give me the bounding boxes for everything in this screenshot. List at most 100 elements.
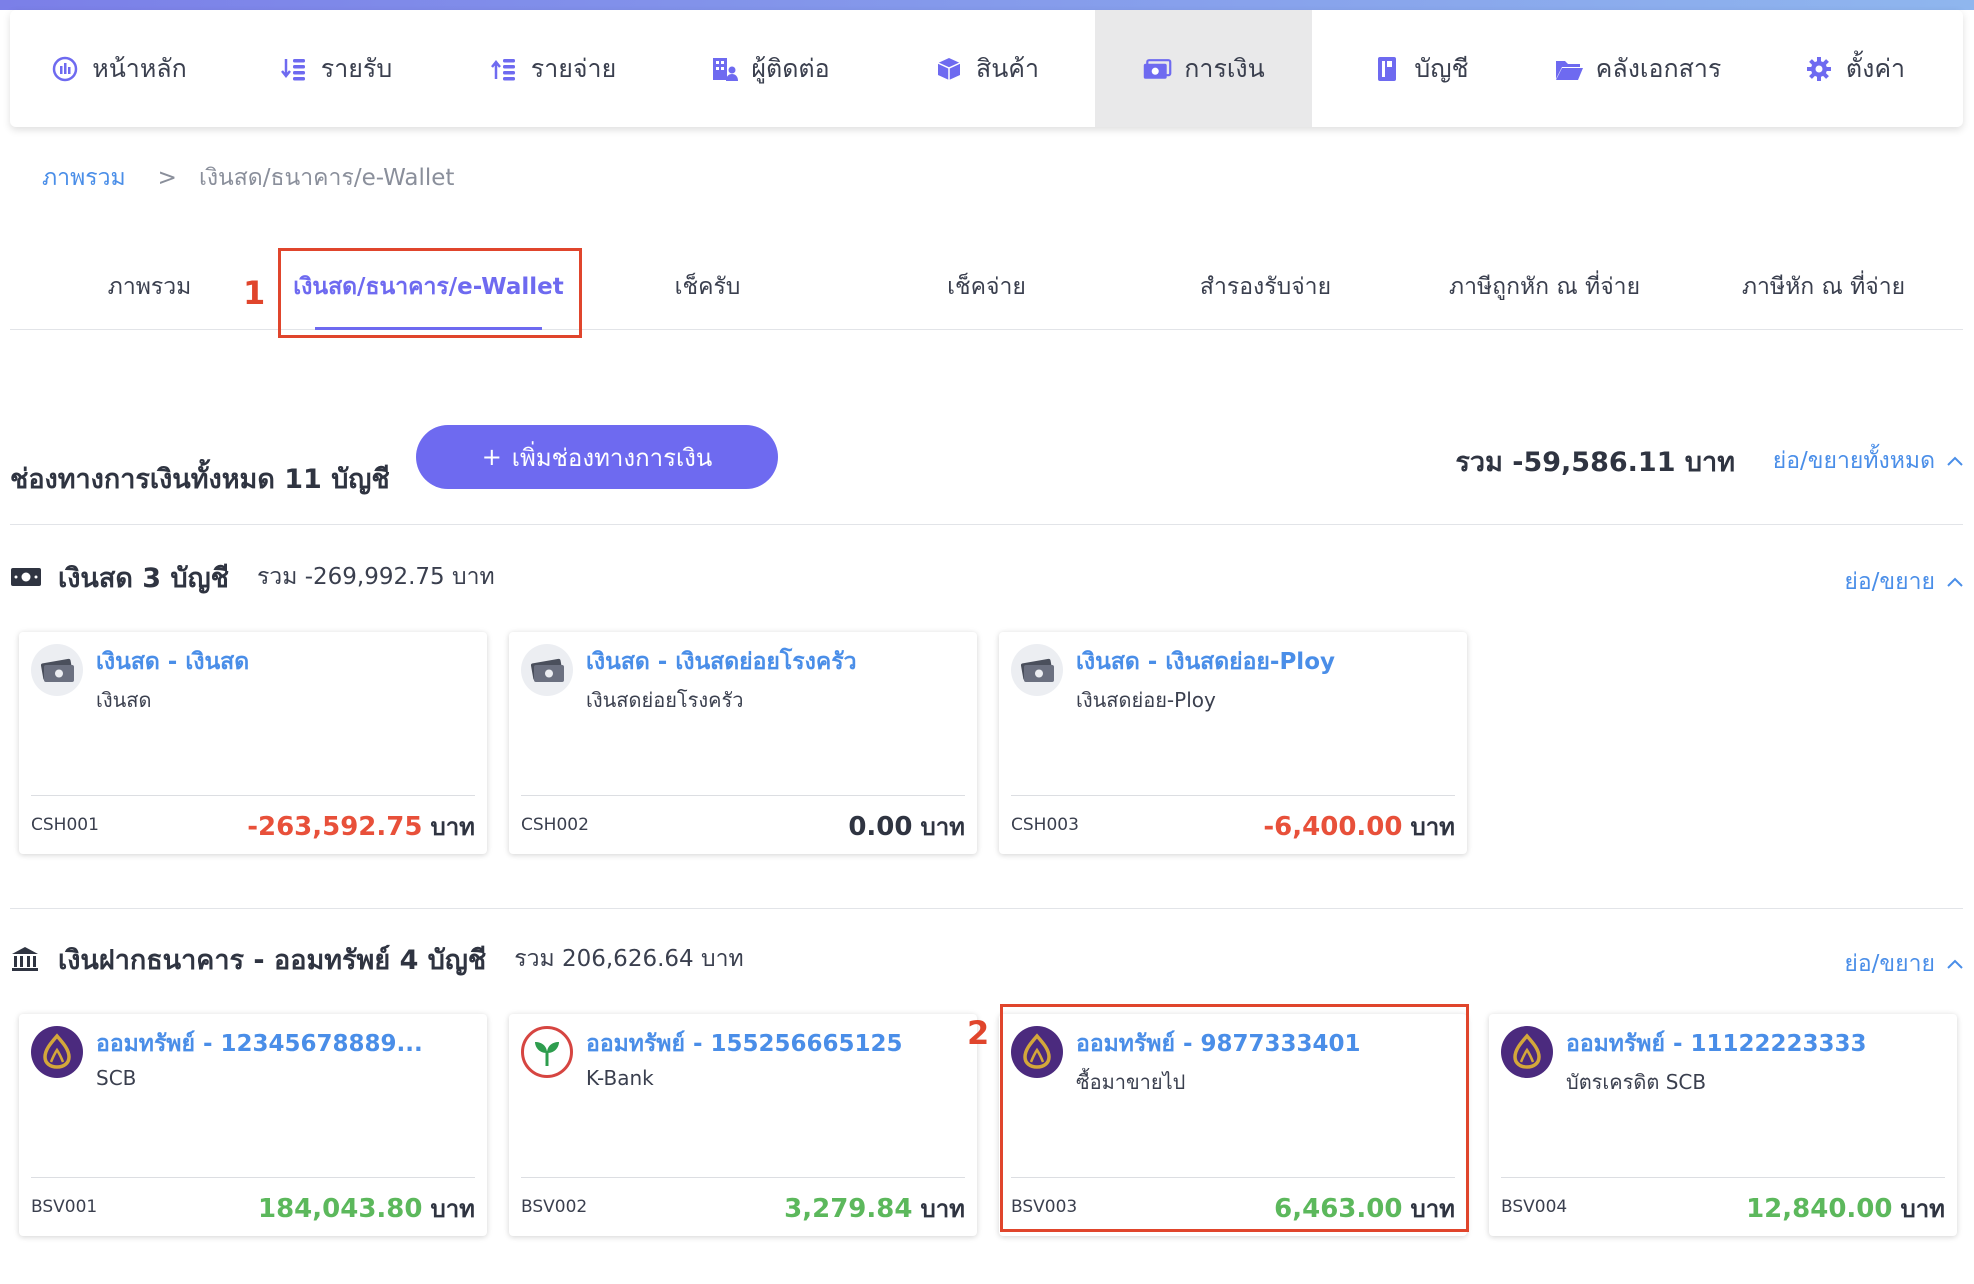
balance-value: 3,279.84 [784, 1194, 913, 1224]
card-subtitle: บัตรเครดิต SCB [1566, 1070, 1707, 1094]
nav-label: ตั้งค่า [1845, 53, 1906, 83]
nav-item-accounting[interactable]: บัญชี [1312, 10, 1529, 127]
card-divider [31, 1177, 475, 1178]
card-title: เงินสด - เงินสดย่อย-Ploy [1076, 649, 1335, 675]
income-icon [279, 54, 309, 84]
account-card[interactable]: เงินสด - เงินสด เงินสด CSH001 -263,592.7… [19, 632, 487, 854]
card-code: CSH001 [31, 815, 99, 835]
balance-value: 184,043.80 [257, 1194, 423, 1224]
folder-icon [1554, 54, 1584, 84]
cash-section-title: เงินสด 3 บัญชี [58, 562, 229, 594]
card-balance: 3,279.84 บาท [784, 1189, 965, 1228]
account-card[interactable]: เงินสด - เงินสดย่อยโรงครัว เงินสดย่อยโรง… [509, 632, 977, 854]
add-button-label: เพิ่มช่องทางการเงิน [511, 443, 713, 472]
card-code: BSV001 [31, 1197, 98, 1217]
nav-item-documents[interactable]: คลังเอกสาร [1529, 10, 1746, 127]
card-subtitle: เงินสดย่อย-Ploy [1076, 688, 1216, 712]
currency-unit: บาท [920, 1195, 965, 1223]
tab-cheque-paid[interactable]: เช็คจ่าย [847, 245, 1126, 329]
card-title: ออมทรัพย์ - 155256665125 [586, 1031, 903, 1057]
cash-section: เงินสด 3 บัญชี รวม -269,992.75 บาท ย่อ/ข… [10, 552, 1963, 854]
card-subtitle: SCB [96, 1066, 137, 1090]
nav-label: รายรับ [320, 53, 393, 83]
card-divider [521, 795, 965, 796]
cash-section-header: เงินสด 3 บัญชี รวม -269,992.75 บาท ย่อ/ข… [10, 552, 1963, 602]
contacts-icon [709, 54, 739, 84]
scb-logo-icon [31, 1026, 83, 1078]
card-code: CSH003 [1011, 815, 1079, 835]
currency-unit: บาท [920, 813, 965, 841]
bank-section-sum: รวม 206,626.64 บาท [514, 946, 744, 972]
chevron-up-icon [1947, 577, 1963, 587]
currency-unit: บาท [1900, 1195, 1945, 1223]
gear-icon [1804, 54, 1834, 84]
account-card[interactable]: เงินสด - เงินสดย่อย-Ploy เงินสดย่อย-Ploy… [999, 632, 1467, 854]
card-balance: -6,400.00 บาท [1263, 807, 1455, 846]
card-title: เงินสด - เงินสดย่อยโรงครัว [586, 649, 857, 675]
cash-logo-icon [31, 644, 83, 696]
account-card[interactable]: ออมทรัพย์ - 155256665125 K-Bank BSV002 3… [509, 1014, 977, 1236]
breadcrumb-current: เงินสด/ธนาคาร/e-Wallet [198, 165, 455, 191]
tab-withholding-tax-paid[interactable]: ภาษีหัก ณ ที่จ่าย [1684, 245, 1963, 329]
tab-withholding-tax-received[interactable]: ภาษีถูกหัก ณ ที่จ่าย [1405, 245, 1684, 329]
bank-section-title: เงินฝากธนาคาร - ออมทรัพย์ 4 บัญชี [58, 944, 487, 976]
nav-item-products[interactable]: สินค้า [878, 10, 1095, 127]
breadcrumb-separator: > [157, 165, 177, 191]
bank-section-toggle[interactable]: ย่อ/ขยาย [1844, 946, 1963, 982]
tab-cheque-received[interactable]: เช็ครับ [568, 245, 847, 329]
nav-item-settings[interactable]: ตั้งค่า [1746, 10, 1963, 127]
toggle-label: ย่อ/ขยาย [1844, 951, 1935, 977]
card-divider [1501, 1177, 1945, 1178]
nav-item-income[interactable]: รายรับ [227, 10, 444, 127]
nav-item-contacts[interactable]: ผู้ติดต่อ [661, 10, 878, 127]
summary-total: รวม -59,586.11 บาท [1455, 447, 1735, 478]
account-card[interactable]: ออมทรัพย์ - 11122223333 บัตรเครดิต SCB B… [1489, 1014, 1957, 1236]
card-title: เงินสด - เงินสด [96, 649, 250, 675]
collapse-all-toggle[interactable]: ย่อ/ขยายทั้งหมด [1773, 443, 1963, 479]
card-code: BSV002 [521, 1197, 588, 1217]
top-accent-bar [0, 0, 1974, 10]
account-card[interactable]: ออมทรัพย์ - 12345678889... SCB BSV001 18… [19, 1014, 487, 1236]
nav-label: หน้าหลัก [92, 53, 187, 83]
card-balance: 12,840.00 บาท [1746, 1189, 1945, 1228]
nav-label: สินค้า [975, 53, 1040, 83]
nav-label: คลังเอกสาร [1595, 53, 1722, 83]
cash-section-toggle[interactable]: ย่อ/ขยาย [1844, 564, 1963, 600]
card-code: BSV004 [1501, 1197, 1568, 1217]
chevron-up-icon [1947, 959, 1963, 969]
bank-icon [10, 945, 42, 973]
nav-label: บัญชี [1414, 53, 1469, 83]
card-balance: -263,592.75 บาท [247, 807, 475, 846]
toggle-label: ย่อ/ขยายทั้งหมด [1772, 448, 1935, 474]
annotation-number-1: 1 [243, 274, 266, 312]
cash-icon [10, 563, 42, 591]
expense-icon [489, 54, 519, 84]
cash-logo-icon [521, 644, 573, 696]
kbank-logo-icon [521, 1026, 573, 1078]
breadcrumb-root-link[interactable]: ภาพรวม [42, 160, 126, 196]
scb-logo-icon [1501, 1026, 1553, 1078]
nav-item-expense[interactable]: รายจ่าย [444, 10, 661, 127]
card-balance: 0.00 บาท [848, 807, 965, 846]
breadcrumb: ภาพรวม > เงินสด/ธนาคาร/e-Wallet [42, 160, 454, 196]
plus-icon: + [481, 443, 502, 471]
section-divider [10, 908, 1963, 909]
highlight-box-2 [1000, 1004, 1469, 1232]
currency-unit: บาท [430, 1195, 475, 1223]
highlight-box-1 [278, 248, 582, 338]
summary-title: ช่องทางการเงินทั้งหมด 11 บัญชี [10, 464, 390, 495]
ledger-icon [1372, 54, 1402, 84]
nav-label: รายจ่าย [530, 53, 617, 83]
main-nav: หน้าหลัก รายรับ รายจ่าย ผู้ติดต่อ สินค้า… [10, 10, 1963, 127]
currency-unit: บาท [1410, 813, 1455, 841]
card-subtitle: เงินสด [96, 688, 152, 712]
cash-cards: เงินสด - เงินสด เงินสด CSH001 -263,592.7… [10, 632, 1963, 854]
nav-item-finance[interactable]: การเงิน [1095, 10, 1312, 127]
tab-petty-reserve[interactable]: สำรองรับจ่าย [1126, 245, 1405, 329]
add-payment-channel-button[interactable]: + เพิ่มช่องทางการเงิน [416, 425, 778, 489]
card-divider [31, 795, 475, 796]
nav-item-home[interactable]: หน้าหลัก [10, 10, 227, 127]
card-title: ออมทรัพย์ - 11122223333 [1566, 1031, 1867, 1057]
bank-section-header: เงินฝากธนาคาร - ออมทรัพย์ 4 บัญชี รวม 20… [10, 934, 1963, 984]
bank-section: เงินฝากธนาคาร - ออมทรัพย์ 4 บัญชี รวม 20… [10, 934, 1963, 1236]
